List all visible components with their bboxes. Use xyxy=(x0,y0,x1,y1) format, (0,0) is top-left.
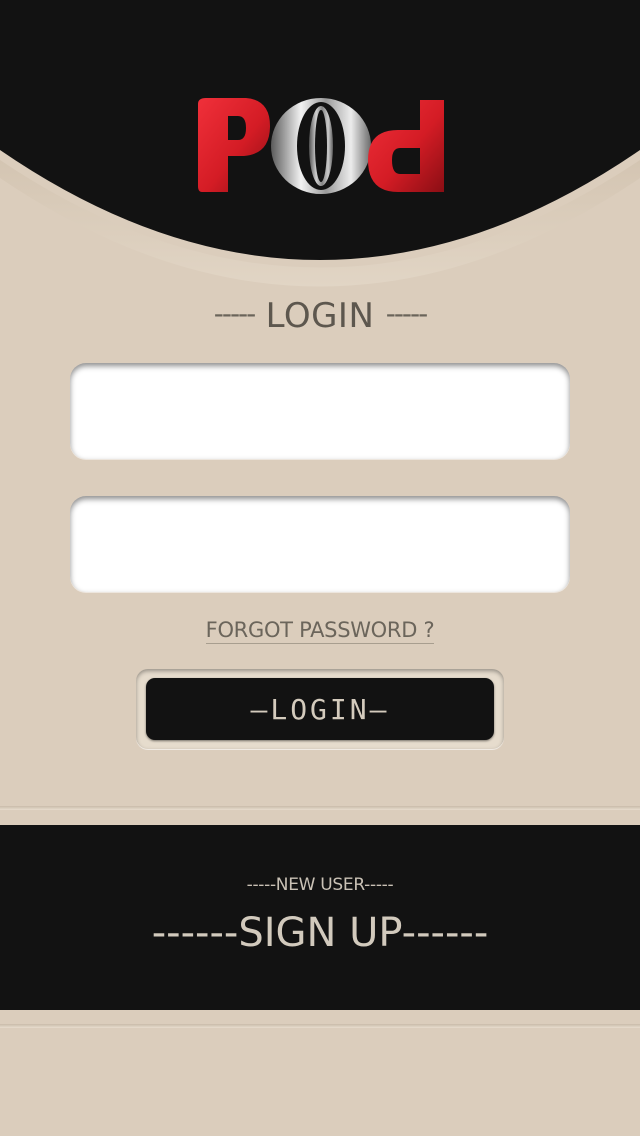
login-button[interactable]: —LOGIN— xyxy=(146,678,494,740)
login-screen: ----- LOGIN ----- FORGOT PASSWORD ? —LOG… xyxy=(0,0,640,1136)
heading-right-dash: ----- xyxy=(385,297,429,330)
forgot-password-row: FORGOT PASSWORD ? xyxy=(0,618,640,644)
heading-text: LOGIN xyxy=(265,296,375,336)
forgot-password-link[interactable]: FORGOT PASSWORD ? xyxy=(205,618,435,644)
divider-bottom xyxy=(0,1024,640,1028)
header xyxy=(0,0,640,290)
logo-graphic xyxy=(198,98,444,194)
heading-left-dash: ----- xyxy=(213,297,257,330)
sign-up-button[interactable]: ------SIGN UP------ xyxy=(0,910,640,956)
password-input[interactable] xyxy=(70,496,570,592)
login-heading: ----- LOGIN ----- xyxy=(0,296,640,336)
username-input[interactable] xyxy=(70,363,570,459)
pod-logo xyxy=(194,96,448,200)
new-user-label: -----NEW USER----- xyxy=(246,875,394,895)
divider-top xyxy=(0,806,640,810)
